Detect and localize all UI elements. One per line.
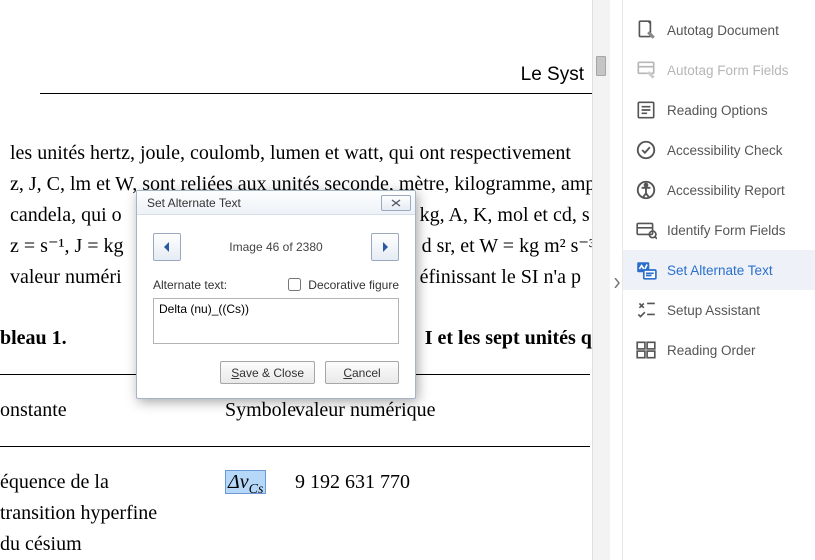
col-header: valeur numérique xyxy=(295,395,610,426)
doc-line: les unités hertz, joule, coulomb, lumen … xyxy=(0,138,610,169)
autotag-doc-icon xyxy=(635,19,657,41)
accessibility-report-icon xyxy=(635,179,657,201)
accessibility-check-icon xyxy=(635,139,657,161)
reading-order-icon xyxy=(635,339,657,361)
accessibility-tools-sidebar: Autotag Document Autotag Form Fields Rea… xyxy=(622,0,815,560)
sidebar-label: Identify Form Fields xyxy=(667,223,786,238)
sidebar-label: Accessibility Check xyxy=(667,143,783,158)
reading-options-icon xyxy=(635,99,657,121)
sidebar-item-setup-assistant[interactable]: Setup Assistant xyxy=(623,290,815,330)
table-row: équence de la transition hyperfine du cé… xyxy=(0,467,610,560)
alternate-text-input[interactable]: Delta (nu)_((Cs)) xyxy=(153,298,399,344)
sidebar-item-reading-options[interactable]: Reading Options xyxy=(623,90,815,130)
image-counter: Image 46 of 2380 xyxy=(181,240,371,254)
sidebar-label: Autotag Document xyxy=(667,23,779,38)
alternate-text-label: Alternate text: xyxy=(153,278,227,292)
save-and-close-button[interactable]: Save & Close xyxy=(220,361,315,384)
sidebar-item-reading-order[interactable]: Reading Order xyxy=(623,330,815,370)
close-icon xyxy=(391,199,401,207)
vertical-scrollbar[interactable] xyxy=(592,0,610,560)
prev-image-button[interactable] xyxy=(153,233,181,261)
decorative-figure-option[interactable]: Decorative figure xyxy=(284,275,399,294)
dialog-title: Set Alternate Text xyxy=(147,196,241,210)
sidebar-label: Reading Order xyxy=(667,343,756,358)
decorative-figure-label: Decorative figure xyxy=(308,278,399,292)
sidebar-item-set-alternate-text[interactable]: Set Alternate Text xyxy=(623,250,815,290)
sidebar-label: Set Alternate Text xyxy=(667,263,773,278)
dialog-close-button[interactable] xyxy=(381,195,411,211)
sidebar-label: Accessibility Report xyxy=(667,183,785,198)
decorative-figure-checkbox[interactable] xyxy=(288,278,301,291)
sidebar-label: Autotag Form Fields xyxy=(667,63,789,78)
next-image-button[interactable] xyxy=(371,233,399,261)
table-rule xyxy=(0,446,590,447)
sidebar-item-autotag-document[interactable]: Autotag Document xyxy=(623,10,815,50)
set-alternate-text-dialog: Set Alternate Text Image 46 of 2380 Alte… xyxy=(136,190,416,399)
dialog-titlebar[interactable]: Set Alternate Text xyxy=(137,191,415,215)
autotag-form-icon xyxy=(635,59,657,81)
page-running-header: Le Syst xyxy=(40,40,610,94)
sidebar-label: Setup Assistant xyxy=(667,303,760,318)
sidebar-item-autotag-form[interactable]: Autotag Form Fields xyxy=(623,50,815,90)
set-alt-text-icon xyxy=(635,259,657,281)
identify-form-icon xyxy=(635,219,657,241)
arrow-right-icon xyxy=(379,241,391,253)
sidebar-item-accessibility-check[interactable]: Accessibility Check xyxy=(623,130,815,170)
scroll-thumb[interactable] xyxy=(596,56,606,76)
sidebar-label: Reading Options xyxy=(667,103,768,118)
highlighted-symbol[interactable]: ΔνCs xyxy=(225,470,266,494)
arrow-left-icon xyxy=(161,241,173,253)
table-header-row: onstante Symbole valeur numérique xyxy=(0,395,610,426)
sidebar-item-identify-form[interactable]: Identify Form Fields xyxy=(623,210,815,250)
col-header: Symbole xyxy=(225,395,295,426)
cancel-button[interactable]: Cancel xyxy=(325,361,399,384)
setup-assistant-icon xyxy=(635,299,657,321)
col-header: onstante xyxy=(0,395,225,426)
sidebar-item-accessibility-report[interactable]: Accessibility Report xyxy=(623,170,815,210)
